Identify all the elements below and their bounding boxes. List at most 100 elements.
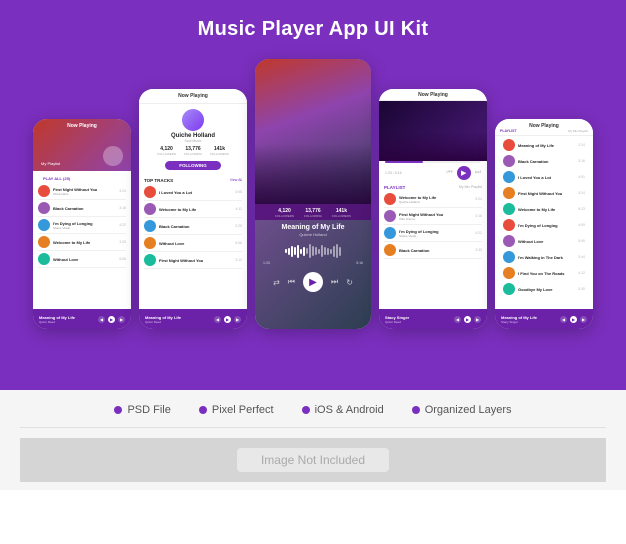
play-btn-1[interactable]: ▶ — [108, 316, 115, 323]
play-4[interactable]: ▶ — [464, 316, 471, 323]
phone3-bg: 4,120 FOLLOWERS 13,776 FOLLOWING 141k FO… — [255, 59, 371, 329]
ph5-s8[interactable]: I'm Walking in The Dark 3:44 — [498, 249, 590, 265]
phone2-bottom-bar: Meaning of My Life Quinn Reed ◀ ▶ ▶ — [139, 309, 247, 329]
play-5[interactable]: ▶ — [570, 316, 577, 323]
phone3-progress: 1:33 5:16 — [255, 261, 371, 265]
ph5-s1[interactable]: Meaning of My Life 2:24 — [498, 137, 590, 153]
track-row-1[interactable]: I Loved You a Lot 3:05 — [144, 184, 242, 201]
ph5-si5: Welcome to My Life — [518, 207, 575, 212]
psd-label: PSD File — [127, 404, 170, 416]
ph5-s9[interactable]: I Find You on The Roads 4:12 — [498, 265, 590, 281]
prev-4[interactable]: ◀ — [454, 316, 461, 323]
song-row-4[interactable]: Welcome to My Life 3:33 — [38, 234, 126, 251]
wbar-1 — [288, 248, 290, 255]
follow-button[interactable]: FOLLOWING — [165, 161, 221, 170]
track-row-3[interactable]: Black Carnation 3:25 — [144, 218, 242, 235]
ph5-ic1 — [503, 139, 515, 151]
ph5-sn6: I'm Dying of Longing — [518, 223, 575, 228]
ph5-s2[interactable]: Black Carnation 3:16 — [498, 153, 590, 169]
next-5[interactable]: ▶ — [580, 316, 587, 323]
ph5-s10[interactable]: Goodbye My Love 3:30 — [498, 281, 590, 297]
track-row-5[interactable]: First Night Without You 3:12 — [144, 252, 242, 269]
prev-btn-2[interactable]: ◀ — [214, 316, 221, 323]
ph5-sd2: 3:16 — [578, 159, 585, 163]
song-row-2[interactable]: Black Carnation 3:16 — [38, 200, 126, 217]
ph5-s4[interactable]: First Night Without You 3:24 — [498, 185, 590, 201]
ph5-s7[interactable]: Without Love 5:06 — [498, 233, 590, 249]
song-icon-1 — [38, 185, 50, 197]
ph5-ic9 — [503, 267, 515, 279]
pixel-dot — [199, 406, 207, 414]
ph5-si2: Black Carnation — [518, 159, 575, 164]
prev-5[interactable]: ◀ — [560, 316, 567, 323]
next-btn-3[interactable]: ⏭ — [331, 277, 338, 287]
ph5-sd8: 3:44 — [578, 255, 585, 259]
wbar-13 — [324, 247, 326, 255]
ph4-song-4[interactable]: Black Carnation 3:33 — [384, 242, 482, 259]
phone4-progress-fill — [385, 161, 423, 163]
play-btn-3[interactable]: ▶ — [303, 272, 323, 292]
ph4-prev[interactable]: ⏮ — [446, 169, 452, 177]
phone1-play-all[interactable]: PLAY ALL (25) — [43, 176, 70, 181]
ph4-play[interactable]: ▶ — [457, 166, 471, 180]
see-all-link[interactable]: View All — [230, 178, 242, 183]
phone2-header-label: Now Playing — [143, 93, 243, 99]
play-btn-2[interactable]: ▶ — [224, 316, 231, 323]
track-dur-3: 3:25 — [235, 224, 242, 228]
song-info-2: Black Carnation — [53, 206, 116, 211]
next-4[interactable]: ▶ — [474, 316, 481, 323]
phone1-bottom-artist: Quinn Reed — [39, 320, 95, 324]
ph4-info-3: I'm Dying of Longing Shane Vlado — [399, 229, 472, 238]
track-info-4: Without Love — [159, 241, 232, 246]
repeat-btn[interactable]: ↻ — [346, 278, 353, 287]
wbar-15 — [330, 249, 332, 254]
prev-btn-3[interactable]: ⏮ — [288, 277, 295, 287]
track-row-4[interactable]: Without Love 5:06 — [144, 235, 242, 252]
ph5-s5[interactable]: Welcome to My Life 5:23 — [498, 201, 590, 217]
song-dur-1: 3:24 — [119, 189, 126, 193]
ph4-song-2[interactable]: First Night Without You Ollie France 3:1… — [384, 208, 482, 225]
phone2-tracks: I Loved You a Lot 3:05 Welcome to My Lif… — [139, 184, 247, 309]
prev-btn-1[interactable]: ◀ — [98, 316, 105, 323]
next-btn-1[interactable]: ▶ — [118, 316, 125, 323]
ph4-next[interactable]: ⏭ — [475, 169, 481, 177]
song-row-1[interactable]: First Night Without You Olivia Haris 3:2… — [38, 183, 126, 200]
track-dur-2: 4:11 — [235, 207, 242, 211]
ph5-ic7 — [503, 235, 515, 247]
ph3-stat-0: 4,120 FOLLOWERS — [275, 208, 294, 218]
ph5-ic8 — [503, 251, 515, 263]
ph4-song-1[interactable]: Welcome to My Life Quiche Holland 3:24 — [384, 191, 482, 208]
phone5-playlist-label: PLAYLIST — [500, 129, 517, 133]
time-current: 1:33 — [263, 261, 270, 265]
ph4-song-3[interactable]: I'm Dying of Longing Shane Vlado 4:22 — [384, 225, 482, 242]
phone-4: Now Playing 1:33 / 5:16 ⏮ ▶ ⏭ PLAYLIST M… — [379, 89, 487, 329]
wbar-2 — [291, 246, 293, 257]
stat-label-2: FOLLOWERS — [210, 152, 229, 156]
ph4-dur-4: 3:33 — [475, 248, 482, 252]
image-not-included-text: Image Not Included — [237, 448, 389, 472]
ph5-ic5 — [503, 203, 515, 215]
ph4-artist-2: Ollie France — [399, 217, 472, 221]
features-row: PSD File Pixel Perfect iOS & Android Org… — [114, 404, 511, 416]
song-row-3[interactable]: I'm Dying of Longing Shane Vlado 4:22 — [38, 217, 126, 234]
phone2-stat-0: 4,120 FOLLOWERS — [157, 146, 176, 156]
phone2-stat-2: 141k FOLLOWERS — [210, 146, 229, 156]
song-row-5[interactable]: Without Love 5:06 — [38, 251, 126, 268]
track-icon-3 — [144, 220, 156, 232]
ph5-si3: I Loved You a Lot — [518, 175, 575, 180]
page-title: Music Player App UI Kit — [198, 18, 429, 41]
phone5-ctrl: ◀ ▶ ▶ — [560, 316, 587, 323]
song-name-2: Black Carnation — [53, 206, 116, 211]
track-row-2[interactable]: Welcome to My Life 4:11 — [144, 201, 242, 218]
song-artist-3: Shane Vlado — [53, 226, 116, 230]
track-icon-5 — [144, 254, 156, 266]
next-btn-2[interactable]: ▶ — [234, 316, 241, 323]
phone4-playlist-name: My Mix Playlist — [459, 185, 482, 190]
ph5-s3[interactable]: I Loved You a Lot 4:51 — [498, 169, 590, 185]
phone2-tracks-header: TOP TRACKS View All — [139, 175, 247, 184]
ph5-s6[interactable]: I'm Dying of Longing 4:09 — [498, 217, 590, 233]
wbar-17 — [336, 244, 338, 258]
shuffle-btn[interactable]: ⇄ — [273, 278, 280, 287]
wbar-18 — [339, 247, 341, 256]
feature-layers: Organized Layers — [412, 404, 512, 416]
